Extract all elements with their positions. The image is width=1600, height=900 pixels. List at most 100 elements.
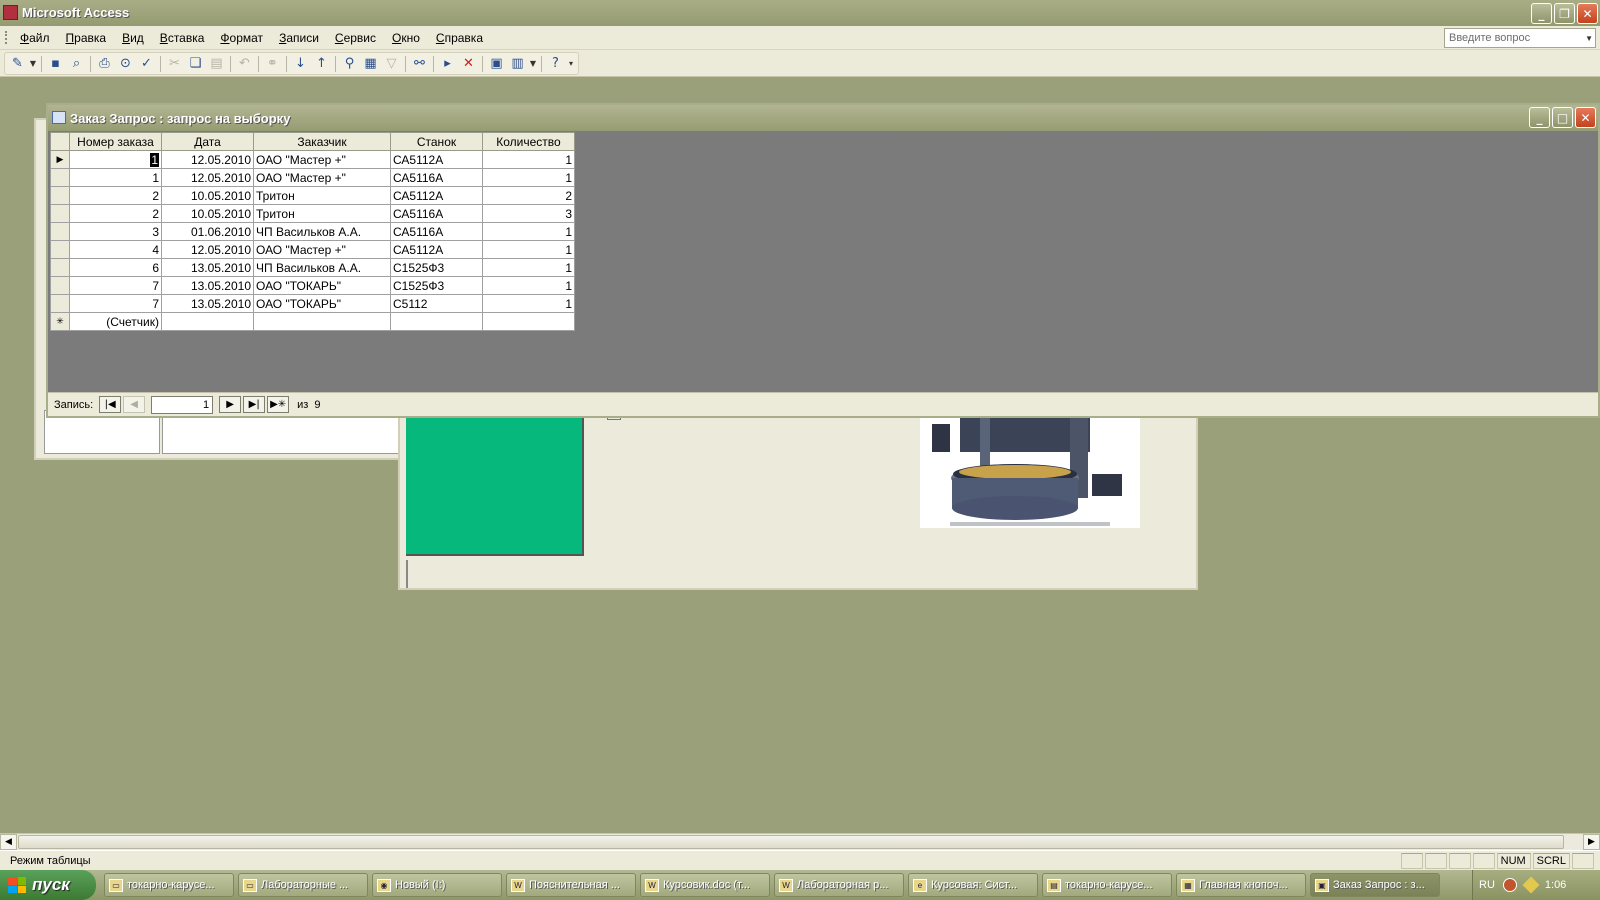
menu-item[interactable]: Справка xyxy=(428,31,491,45)
dropdown-arrow-icon[interactable]: ▼ xyxy=(528,54,538,74)
app-titlebar[interactable]: Microsoft Access _ ❐ ✕ xyxy=(0,0,1600,26)
cell-order[interactable]: 7 xyxy=(69,276,162,295)
first-record-icon[interactable]: |◀ xyxy=(99,396,122,413)
print-preview-icon[interactable]: ⊙ xyxy=(115,54,136,74)
cell-machine[interactable]: СА5116А xyxy=(390,204,483,223)
menu-item[interactable]: Вид xyxy=(114,31,152,45)
row-selector[interactable] xyxy=(50,168,70,187)
cell-quantity[interactable]: 1 xyxy=(482,168,575,187)
taskbar-item[interactable]: e Курсовая: Сист... xyxy=(908,873,1038,897)
cell-customer[interactable]: ОАО "ТОКАРЬ" xyxy=(253,276,391,295)
taskbar-item[interactable]: ▤ токарно-карусе... xyxy=(1042,873,1172,897)
table-row[interactable]: 7 13.05.2010 ОАО "ТОКАРЬ" С5112 1 xyxy=(50,294,575,313)
minimize-button[interactable]: _ xyxy=(1531,3,1552,24)
view-design-icon[interactable]: ✎ xyxy=(7,54,28,74)
menu-item[interactable]: Вставка xyxy=(152,31,213,45)
empty-cell[interactable] xyxy=(390,312,483,331)
empty-cell[interactable] xyxy=(482,312,575,331)
cell-date[interactable]: 13.05.2010 xyxy=(161,258,254,277)
menu-item[interactable]: Файл xyxy=(12,31,58,45)
taskbar-item[interactable]: ▭ токарно-карусе... xyxy=(104,873,234,897)
query-minimize-button[interactable]: _ xyxy=(1529,107,1550,128)
new-record-nav-icon[interactable]: ▶✳ xyxy=(267,396,290,413)
table-row[interactable]: 1 12.05.2010 ОАО "Мастер +" СА5116А 1 xyxy=(50,168,575,187)
cell-order[interactable]: 3 xyxy=(69,222,162,241)
cell-customer[interactable]: Тритон xyxy=(253,186,391,205)
delete-record-icon[interactable]: ✕ xyxy=(458,54,479,74)
cut-icon[interactable]: ✂ xyxy=(164,54,185,74)
taskbar-item[interactable]: W Курсовик.doc (т... xyxy=(640,873,770,897)
empty-cell[interactable] xyxy=(253,312,391,331)
previous-record-icon[interactable]: ◀ xyxy=(123,396,146,413)
hyperlink-icon[interactable]: ⚭ xyxy=(262,54,283,74)
cell-date[interactable]: 01.06.2010 xyxy=(161,222,254,241)
cell-customer[interactable]: ОАО "Мастер +" xyxy=(253,240,391,259)
datasheet-grid[interactable]: Номер заказа Дата Заказчик Станок Количе… xyxy=(50,132,575,331)
paste-icon[interactable]: ▤ xyxy=(206,54,227,74)
cell-order[interactable]: 1 xyxy=(69,168,162,187)
current-record-indicator-icon[interactable]: ▶ xyxy=(50,150,70,169)
menu-item[interactable]: Сервис xyxy=(327,31,384,45)
table-row[interactable]: 2 10.05.2010 Тритон СА5116А 3 xyxy=(50,204,575,223)
taskbar-item[interactable]: ▦ Главная кнопоч... xyxy=(1176,873,1306,897)
cell-date[interactable]: 10.05.2010 xyxy=(161,186,254,205)
find-icon[interactable]: ⚯ xyxy=(409,54,430,74)
scrollbar-thumb[interactable] xyxy=(18,835,1564,849)
query-window-titlebar[interactable]: Заказ Запрос : запрос на выборку _ □ ✕ xyxy=(48,105,1598,131)
cell-order[interactable]: 7 xyxy=(69,294,162,313)
empty-cell[interactable] xyxy=(161,312,254,331)
copy-icon[interactable]: ❏ xyxy=(185,54,206,74)
new-object-icon[interactable]: ▥ xyxy=(507,54,528,74)
table-row[interactable]: 2 10.05.2010 Тритон СА5112А 2 xyxy=(50,186,575,205)
menu-item[interactable]: Формат xyxy=(212,31,271,45)
autonumber-placeholder[interactable]: (Счетчик) xyxy=(69,312,162,331)
column-header-date[interactable]: Дата xyxy=(161,132,254,151)
query-close-button[interactable]: ✕ xyxy=(1575,107,1596,128)
tray-warning-icon[interactable] xyxy=(1522,876,1540,894)
table-row[interactable]: ▶ 1 12.05.2010 ОАО "Мастер +" СА5112А 1 xyxy=(50,150,575,169)
cell-quantity[interactable]: 2 xyxy=(482,186,575,205)
cell-customer[interactable]: ЧП Васильков А.А. xyxy=(253,258,391,277)
cell-quantity[interactable]: 3 xyxy=(482,204,575,223)
cell-order[interactable]: 2 xyxy=(69,186,162,205)
column-header-quantity[interactable]: Количество xyxy=(482,132,575,151)
menu-item[interactable]: Записи xyxy=(271,31,327,45)
cell-date[interactable]: 13.05.2010 xyxy=(161,276,254,295)
cell-date[interactable]: 10.05.2010 xyxy=(161,204,254,223)
menu-item[interactable]: Правка xyxy=(58,31,115,45)
menu-item[interactable]: Окно xyxy=(384,31,428,45)
row-selector[interactable] xyxy=(50,204,70,223)
cell-customer[interactable]: ОАО "Мастер +" xyxy=(253,150,391,169)
cell-quantity[interactable]: 1 xyxy=(482,276,575,295)
cell-date[interactable]: 12.05.2010 xyxy=(161,150,254,169)
next-record-icon[interactable]: ▶ xyxy=(219,396,242,413)
new-record-row[interactable]: ✳ (Счетчик) xyxy=(50,312,575,331)
print-icon[interactable]: ⎙ xyxy=(94,54,115,74)
scroll-right-icon[interactable]: ▶ xyxy=(1583,834,1600,850)
select-all-corner[interactable] xyxy=(50,132,70,151)
cell-customer[interactable]: ОАО "Мастер +" xyxy=(253,168,391,187)
cell-customer[interactable]: ОАО "ТОКАРЬ" xyxy=(253,294,391,313)
apply-filter-icon[interactable]: ▽ xyxy=(381,54,402,74)
cell-date[interactable]: 13.05.2010 xyxy=(161,294,254,313)
tray-arrow-icon[interactable] xyxy=(1502,878,1517,892)
row-selector[interactable] xyxy=(50,276,70,295)
new-record-marker-icon[interactable]: ✳ xyxy=(50,312,70,331)
toolbar-options-icon[interactable]: ▾ xyxy=(566,54,576,74)
taskbar-item[interactable]: W Лабораторная р... xyxy=(774,873,904,897)
column-header-customer[interactable]: Заказчик xyxy=(253,132,391,151)
cell-order[interactable]: 1 xyxy=(69,150,162,169)
taskbar-item[interactable]: ▣ Заказ Запрос : з... xyxy=(1310,873,1440,897)
ask-question-input[interactable]: Введите вопрос ▼ xyxy=(1444,28,1596,48)
cell-machine[interactable]: СА5112А xyxy=(390,240,483,259)
horizontal-scrollbar[interactable]: ◀ ▶ xyxy=(0,833,1600,850)
table-row[interactable]: 3 01.06.2010 ЧП Васильков А.А. СА5116А 1 xyxy=(50,222,575,241)
cell-customer[interactable]: ЧП Васильков А.А. xyxy=(253,222,391,241)
cell-machine[interactable]: СА5112А xyxy=(390,150,483,169)
scroll-left-icon[interactable]: ◀ xyxy=(0,834,17,850)
cell-machine[interactable]: СА5116А xyxy=(390,222,483,241)
start-button[interactable]: пуск xyxy=(0,870,96,900)
sort-descending-icon[interactable]: ↑ xyxy=(311,54,332,74)
last-record-icon[interactable]: ▶| xyxy=(243,396,266,413)
cell-date[interactable]: 12.05.2010 xyxy=(161,168,254,187)
